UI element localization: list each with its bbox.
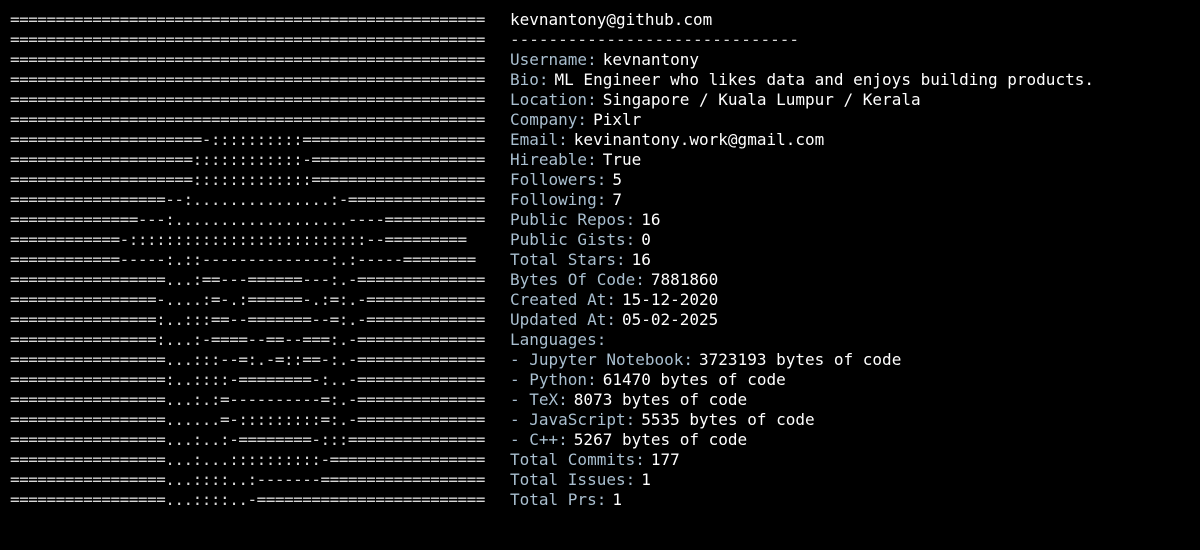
profile-field-row: Updated At: 05-02-2025 [510, 310, 1190, 330]
ascii-art-line: =================...:..:-========-:::===… [10, 430, 485, 449]
profile-field-row: Public Repos: 16 [510, 210, 1190, 230]
profile-field-row: - TeX: 8073 bytes of code [510, 390, 1190, 410]
ascii-art-line: =================...::::..:-------======… [10, 470, 485, 489]
field-value: 177 [650, 450, 680, 469]
profile-field-row: Public Gists: 0 [510, 230, 1190, 250]
ascii-art-line: ============-----:.::--------------:.:--… [10, 250, 476, 269]
field-key: Total Commits: [510, 450, 645, 469]
profile-field-row: Created At: 15-12-2020 [510, 290, 1190, 310]
ascii-art-line: ============-::::::::::::::::::::::::::-… [10, 230, 467, 249]
profile-field-row: - Python: 61470 bytes of code [510, 370, 1190, 390]
ascii-art-line: =================...:.:=----------=:.-==… [10, 390, 485, 409]
profile-field-row: Bio: ML Engineer who likes data and enjoy… [510, 70, 1190, 90]
field-value: 16 [631, 250, 651, 269]
field-value: 0 [641, 230, 651, 249]
field-key: - Python: [510, 370, 597, 389]
profile-field-row: Total Issues: 1 [510, 470, 1190, 490]
field-value: True [602, 150, 642, 169]
field-key: Bytes Of Code: [510, 270, 645, 289]
ascii-art-line: ================-....:=-.:======-.:=:.-=… [10, 290, 485, 309]
field-key: Updated At: [510, 310, 616, 329]
field-key: Public Gists: [510, 230, 636, 249]
profile-field-row: Total Prs: 1 [510, 490, 1190, 510]
field-value: 5535 bytes of code [641, 410, 815, 429]
field-value: 1 [641, 470, 651, 489]
field-key: Created At: [510, 290, 616, 309]
ascii-art-line: =================...::::..-=============… [10, 490, 485, 509]
ascii-art-line: ==============---:...................---… [10, 210, 485, 229]
profile-field-row: Followers: 5 [510, 170, 1190, 190]
ascii-art-line: ========================================… [10, 110, 485, 129]
ascii-art-line: =================...:==---======---:.-==… [10, 270, 485, 289]
profile-fields: Username: kevnantony Bio: ML Engineer who l… [510, 50, 1190, 510]
field-key: Bio: [510, 70, 549, 89]
field-value: 5267 bytes of code [573, 430, 748, 449]
ascii-art-line: =================...:::--=:.-=::==-:.-==… [10, 350, 485, 369]
profile-field-row: Hireable: True [510, 150, 1190, 170]
field-value: 16 [641, 210, 661, 229]
profile-title: kevnantony@github.com [510, 10, 713, 29]
ascii-art-line: =====================-::::::::::========… [10, 130, 485, 149]
field-value: 3723193 bytes of code [699, 350, 902, 369]
ascii-art-line: ========================================… [10, 70, 485, 89]
field-value: 61470 bytes of code [602, 370, 786, 389]
profile-field-row: Following: 7 [510, 190, 1190, 210]
ascii-art-line: ====================::::::::::::-=======… [10, 150, 485, 169]
profile-field-row: - C++: 5267 bytes of code [510, 430, 1190, 450]
field-value: 15-12-2020 [621, 290, 719, 309]
field-value: 7 [612, 190, 622, 209]
field-value: 1 [612, 490, 622, 509]
ascii-art-line: ====================:::::::::::::=======… [10, 170, 485, 189]
field-key: Following: [510, 190, 607, 209]
ascii-art-line: ========================================… [10, 30, 485, 49]
ascii-art-line: ========================================… [10, 10, 485, 29]
field-key: Languages: [510, 330, 607, 349]
field-key: - Jupyter Notebook: [510, 350, 694, 369]
profile-field-row: Total Stars: 16 [510, 250, 1190, 270]
ascii-art-line: =================--:...............:-===… [10, 190, 485, 209]
profile-field-row: Username: kevnantony [510, 50, 1190, 70]
field-key: - C++: [510, 430, 568, 449]
ascii-art-line: ================:..:::==--=======--=:.-=… [10, 310, 485, 329]
field-key: Username: [510, 50, 597, 69]
profile-panel: kevnantony@github.com ------------------… [510, 10, 1190, 510]
field-value: kevnantony [602, 50, 700, 69]
profile-field-row: Company: Pixlr [510, 110, 1190, 130]
field-value: 8073 bytes of code [573, 390, 748, 409]
field-key: - JavaScript: [510, 410, 636, 429]
field-key: Location: [510, 90, 597, 109]
field-key: Email: [510, 130, 568, 149]
profile-field-row: Bytes Of Code: 7881860 [510, 270, 1190, 290]
field-value: 05-02-2025 [621, 310, 719, 329]
title-separator: ------------------------------ [510, 30, 799, 49]
profile-field-row: Total Commits: 177 [510, 450, 1190, 470]
field-value: Singapore / Kuala Lumpur / Kerala [602, 90, 921, 109]
ascii-art-line: ========================================… [10, 50, 485, 69]
profile-field-row: Languages: [510, 330, 1190, 350]
ascii-art-line: ================:...:-====--==--===:.-==… [10, 330, 485, 349]
field-key: Total Prs: [510, 490, 607, 509]
profile-field-row: Email: kevinantony.work@gmail.com [510, 130, 1190, 150]
ascii-art-line: =================...:...::::::::::-=====… [10, 450, 485, 469]
ascii-art-line: ========================================… [10, 90, 485, 109]
field-key: Public Repos: [510, 210, 636, 229]
profile-field-row: - JavaScript: 5535 bytes of code [510, 410, 1190, 430]
ascii-art-line: =================......=-:::::::::=:.-==… [10, 410, 485, 429]
field-key: - TeX: [510, 390, 568, 409]
field-key: Hireable: [510, 150, 597, 169]
profile-field-row: - Jupyter Notebook: 3723193 bytes of code [510, 350, 1190, 370]
field-key: Followers: [510, 170, 607, 189]
ascii-art-line: =================:..::::-========-:..-==… [10, 370, 485, 389]
profile-field-row: Location: Singapore / Kuala Lumpur / Kera… [510, 90, 1190, 110]
ascii-logo: ========================================… [10, 10, 500, 510]
field-key: Company: [510, 110, 588, 129]
field-value: 7881860 [650, 270, 719, 289]
field-key: Total Stars: [510, 250, 626, 269]
field-key: Total Issues: [510, 470, 636, 489]
field-value: ML Engineer who likes data and enjoys bu… [554, 70, 1094, 89]
field-value: Pixlr [593, 110, 642, 129]
field-value: kevinantony.work@gmail.com [573, 130, 825, 149]
field-value: 5 [612, 170, 622, 189]
